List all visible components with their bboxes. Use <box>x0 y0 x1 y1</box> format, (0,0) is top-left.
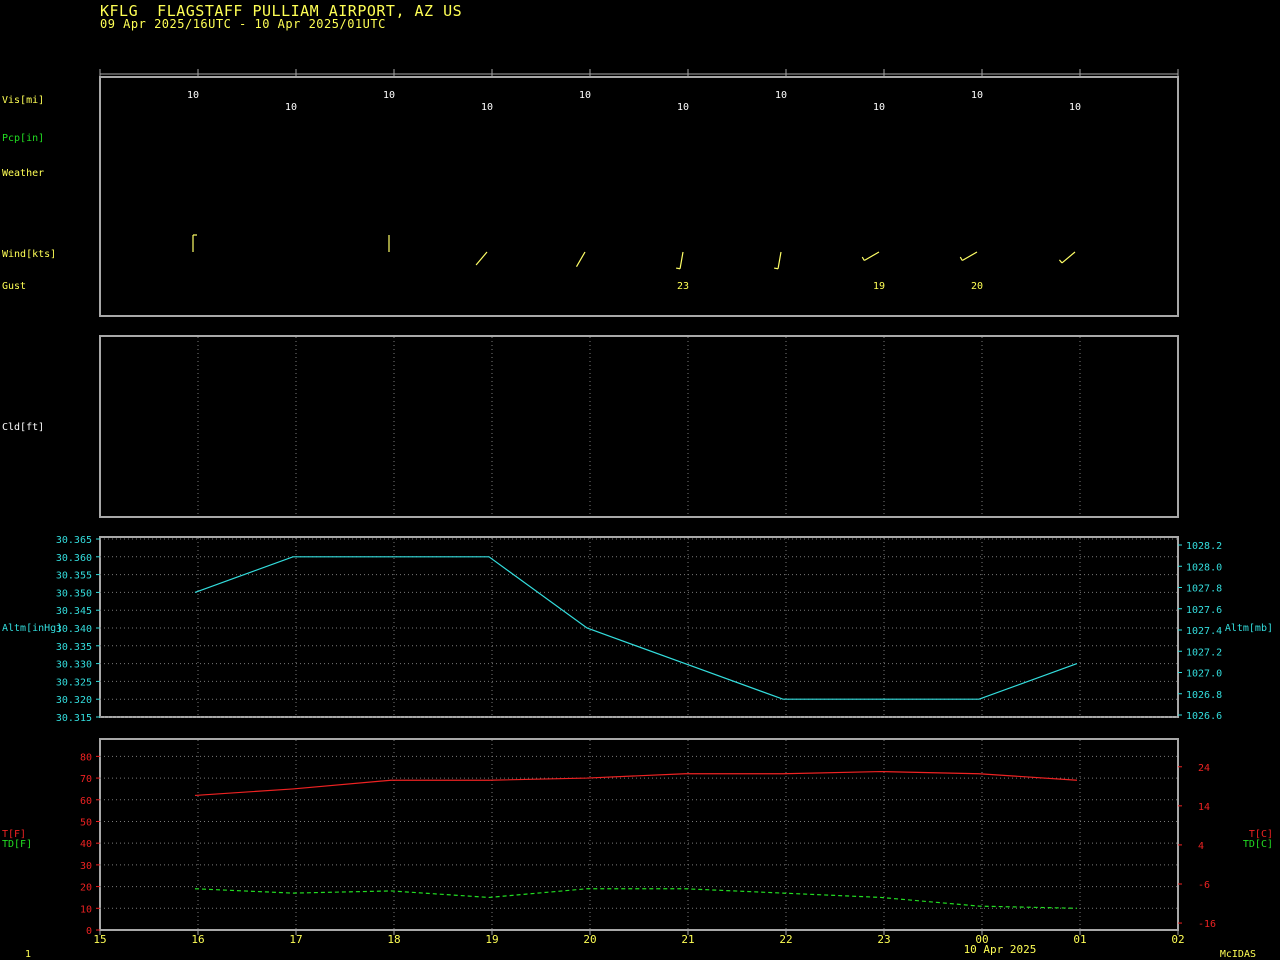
wind-barb-staff <box>475 251 488 266</box>
x-tick-label: 17 <box>289 933 302 946</box>
pcp-label: Pcp[in] <box>2 133 44 144</box>
temperature-left-tick-label: 50 <box>80 817 92 828</box>
x-tick-label: 15 <box>93 933 106 946</box>
x-tick-label: 01 <box>1073 933 1086 946</box>
temperature-right-tick-label: 24 <box>1198 763 1210 774</box>
wind-barb-staff <box>777 251 782 269</box>
visibility-value: 10 <box>873 102 885 113</box>
temperature-left-tick-label: 60 <box>80 796 92 807</box>
gust-value: 20 <box>971 281 983 292</box>
dewpoint-series-line <box>194 888 1078 909</box>
wind-barb-flag <box>774 267 779 270</box>
wind-barb-flag <box>861 256 865 261</box>
temperature-right-tick-label: -6 <box>1198 880 1210 891</box>
wind-barb <box>774 251 782 270</box>
date-label: 10 Apr 2025 <box>964 943 1037 956</box>
cld-label: Cld[ft] <box>2 422 44 433</box>
visibility-value: 10 <box>383 90 395 101</box>
altimeter-left-tick-label: 30.325 <box>56 677 92 688</box>
wind-barb <box>475 251 488 266</box>
wind-barb-staff <box>1061 251 1076 264</box>
altimeter-right-tick-label: 1026.6 <box>1186 711 1222 722</box>
temperature-left-tick-label: 70 <box>80 774 92 785</box>
mcidas-brand: McIDAS <box>1220 949 1256 960</box>
altimeter-right-tick-label: 1027.6 <box>1186 605 1222 616</box>
wind-barb-staff <box>961 251 978 262</box>
wind-barb-staff <box>679 251 684 269</box>
altimeter-left-tick-label: 30.330 <box>56 660 92 671</box>
wind-barb <box>959 251 978 262</box>
dewpoint-f-label: TD[F] <box>2 839 32 850</box>
wind-barb-flag <box>676 267 681 270</box>
visibility-value: 10 <box>285 102 297 113</box>
altimeter-right-tick-label: 1028.2 <box>1186 541 1222 552</box>
visibility-value: 10 <box>1069 102 1081 113</box>
altm-mb-label: Altm[mb] <box>1225 623 1273 634</box>
temperature-right-tick-label: 14 <box>1198 802 1210 813</box>
visibility-value: 10 <box>971 90 983 101</box>
wind-barb-flag <box>1058 259 1063 264</box>
temperature-left-tick-label: 10 <box>80 904 92 915</box>
visibility-value: 10 <box>775 90 787 101</box>
x-tick-label: 21 <box>681 933 694 946</box>
wind-barb <box>575 251 586 268</box>
visibility-value: 10 <box>481 102 493 113</box>
temperature-right-tick-label: -16 <box>1198 919 1216 930</box>
gust-value: 23 <box>677 281 689 292</box>
visibility-value: 10 <box>579 90 591 101</box>
gust-value: 19 <box>873 281 885 292</box>
altimeter-right-tick-label: 1027.0 <box>1186 669 1222 680</box>
x-tick-label: 18 <box>387 933 400 946</box>
altimeter-left-tick-label: 30.365 <box>56 535 92 546</box>
altm-inhg-label: Altm[inHg] <box>2 623 62 634</box>
altimeter-panel-frame <box>99 536 1179 718</box>
altimeter-left-tick-label: 30.350 <box>56 588 92 599</box>
altimeter-right-tick-label: 1027.4 <box>1186 626 1222 637</box>
wind-barb <box>1058 251 1076 264</box>
temperature-left-tick-label: 30 <box>80 861 92 872</box>
cloud-panel-frame <box>99 335 1179 518</box>
wind-barb <box>192 234 197 252</box>
weather-label: Weather <box>2 168 44 179</box>
x-tick-label: 19 <box>485 933 498 946</box>
wind-barb-flag <box>959 256 963 261</box>
x-tick-label: 16 <box>191 933 204 946</box>
surface-panel-frame <box>99 76 1179 317</box>
wind-barb-staff <box>863 251 880 262</box>
temperature-panel-frame <box>99 738 1179 931</box>
temperature-right-tick-label: 4 <box>1198 841 1204 852</box>
altimeter-right-tick-label: 1028.0 <box>1186 562 1222 573</box>
x-tick-label: 20 <box>583 933 596 946</box>
x-tick-label: 22 <box>779 933 792 946</box>
temperature-series-line <box>194 770 1078 797</box>
wind-barb <box>676 251 684 270</box>
altimeter-left-tick-label: 30.355 <box>56 571 92 582</box>
wind-barb <box>861 251 880 262</box>
dewpoint-c-label: TD[C] <box>1243 839 1273 850</box>
temperature-left-tick-label: 40 <box>80 839 92 850</box>
altimeter-left-tick-label: 30.320 <box>56 695 92 706</box>
vis-label: Vis[mi] <box>2 95 44 106</box>
x-tick-label: 23 <box>877 933 890 946</box>
x-tick-label: 02 <box>1171 933 1184 946</box>
meteogram-plot: 15 16 17 18 19 20 21 22 23 00 01 0230.31530.32030.3… <box>2 69 1273 960</box>
altimeter-left-tick-label: 30.360 <box>56 553 92 564</box>
altimeter-left-tick-label: 30.315 <box>56 713 92 724</box>
temperature-left-tick-label: 0 <box>86 926 92 937</box>
frame-number: 1 <box>25 949 31 960</box>
visibility-value: 10 <box>187 90 199 101</box>
gust-label: Gust <box>2 281 26 292</box>
temperature-left-tick-label: 20 <box>80 883 92 894</box>
altimeter-right-tick-label: 1027.8 <box>1186 584 1222 595</box>
wind-barb-staff <box>575 251 586 268</box>
altimeter-right-tick-label: 1026.8 <box>1186 690 1222 701</box>
wind-label: Wind[kts] <box>2 249 56 260</box>
altimeter-right-tick-label: 1027.2 <box>1186 647 1222 658</box>
altimeter-left-tick-label: 30.345 <box>56 606 92 617</box>
temperature-left-tick-label: 80 <box>80 752 92 763</box>
visibility-value: 10 <box>677 102 689 113</box>
altimeter-left-tick-label: 30.335 <box>56 642 92 653</box>
